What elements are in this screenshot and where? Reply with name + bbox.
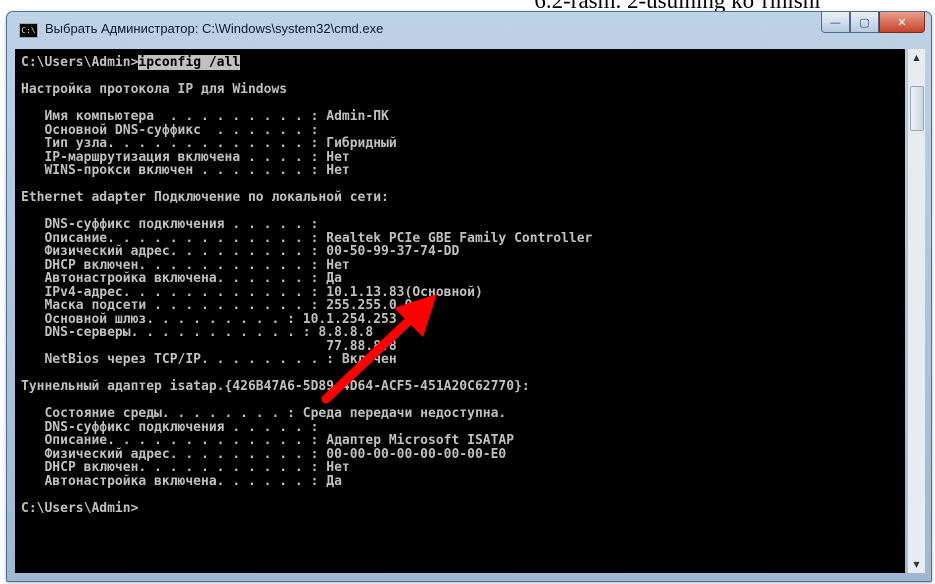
red-arrow-icon: [321, 294, 437, 404]
